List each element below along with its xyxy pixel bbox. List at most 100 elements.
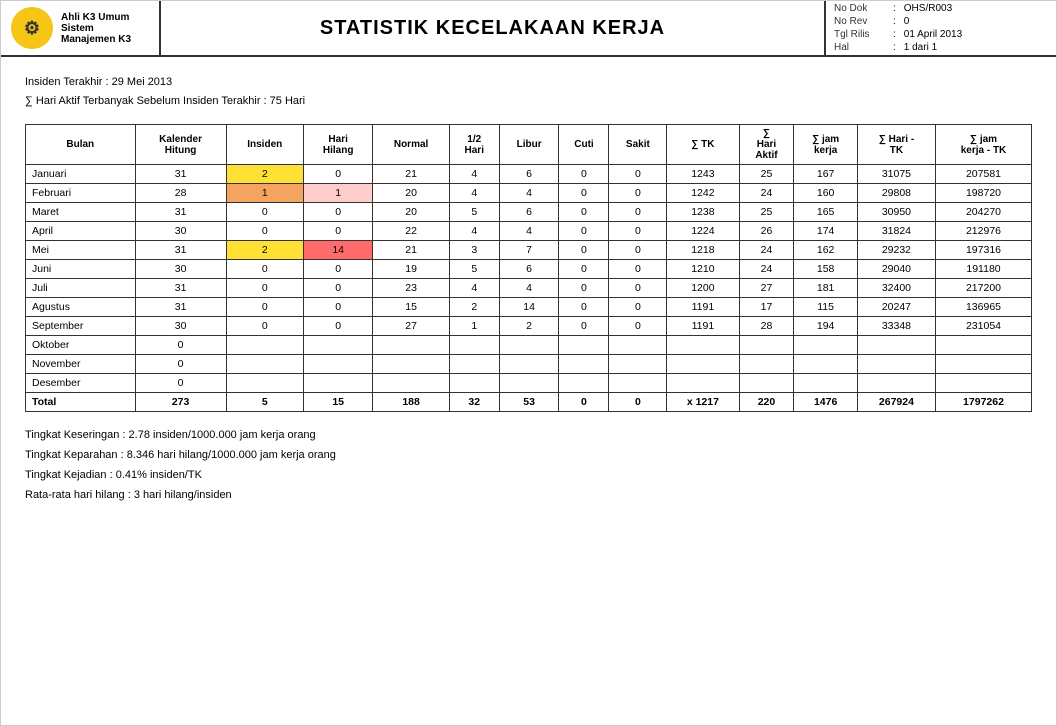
table-cell: 0 xyxy=(135,336,226,355)
table-cell: 29040 xyxy=(857,260,935,279)
table-cell xyxy=(373,355,449,374)
table-cell: 33348 xyxy=(857,317,935,336)
table-cell xyxy=(226,355,303,374)
th-jam-tk: ∑ jamkerja - TK xyxy=(936,125,1032,165)
table-cell: 0 xyxy=(559,260,609,279)
stat-line-2: Tingkat Kejadian : 0.41% insiden/TK xyxy=(25,466,1032,486)
table-total-row: Total273515188325300x 121722014762679241… xyxy=(26,393,1032,412)
stat-line-1: Tingkat Keparahan : 8.346 hari hilang/10… xyxy=(25,446,1032,466)
table-cell: 0 xyxy=(303,165,373,184)
table-cell: Mei xyxy=(26,241,136,260)
table-cell: 1191 xyxy=(667,317,739,336)
table-total-cell: 1476 xyxy=(794,393,857,412)
table-cell xyxy=(794,374,857,393)
table-cell: 0 xyxy=(559,222,609,241)
table-cell: 174 xyxy=(794,222,857,241)
table-cell: 31 xyxy=(135,203,226,222)
table-cell xyxy=(303,355,373,374)
table-cell: 28 xyxy=(739,317,794,336)
table-cell xyxy=(559,374,609,393)
table-cell: 30950 xyxy=(857,203,935,222)
table-total-cell: 15 xyxy=(303,393,373,412)
table-cell: 0 xyxy=(226,279,303,298)
table-cell: 1 xyxy=(226,184,303,203)
table-cell: Februari xyxy=(26,184,136,203)
table-total-cell: 188 xyxy=(373,393,449,412)
th-hari-tk: ∑ Hari -TK xyxy=(857,125,935,165)
table-cell: 20247 xyxy=(857,298,935,317)
sum-hari: ∑ Hari Aktif Terbanyak Sebelum Insiden T… xyxy=(25,92,1032,111)
table-cell: 20 xyxy=(373,203,449,222)
table-cell: 22 xyxy=(373,222,449,241)
th-tk: ∑ TK xyxy=(667,125,739,165)
table-cell: 0 xyxy=(609,184,667,203)
table-total-cell: 0 xyxy=(609,393,667,412)
th-hari-hilang: HariHilang xyxy=(303,125,373,165)
table-cell: 0 xyxy=(559,165,609,184)
table-cell: 25 xyxy=(739,165,794,184)
header-logo: ⚙ Ahli K3 Umum Sistem Manajemen K3 xyxy=(1,1,161,55)
table-cell xyxy=(936,355,1032,374)
table-cell: 0 xyxy=(303,279,373,298)
doc-no-dok: OHS/R003 xyxy=(904,3,952,14)
table-row: November0 xyxy=(26,355,1032,374)
logo-icon: ⚙ xyxy=(11,7,53,49)
table-cell: 0 xyxy=(609,241,667,260)
doc-no-rev: 0 xyxy=(904,16,910,27)
table-cell: 115 xyxy=(794,298,857,317)
table-cell xyxy=(449,374,499,393)
table-cell: 4 xyxy=(449,222,499,241)
table-cell: 14 xyxy=(499,298,559,317)
table-cell: 0 xyxy=(609,203,667,222)
table-cell: 19 xyxy=(373,260,449,279)
table-row: Mei3121421370012182416229232197316 xyxy=(26,241,1032,260)
table-cell: Juli xyxy=(26,279,136,298)
table-cell: 167 xyxy=(794,165,857,184)
table-cell xyxy=(667,355,739,374)
table-cell: 0 xyxy=(609,222,667,241)
table-cell xyxy=(857,374,935,393)
table-cell: 4 xyxy=(499,222,559,241)
table-cell: 1224 xyxy=(667,222,739,241)
table-cell: 17 xyxy=(739,298,794,317)
table-row: Desember0 xyxy=(26,374,1032,393)
table-cell: 0 xyxy=(609,260,667,279)
table-cell: 2 xyxy=(499,317,559,336)
table-cell: 198720 xyxy=(936,184,1032,203)
org-sub: Sistem Manajemen K3 xyxy=(61,23,149,45)
table-cell xyxy=(936,374,1032,393)
table-cell: 191180 xyxy=(936,260,1032,279)
table-cell: 194 xyxy=(794,317,857,336)
table-cell xyxy=(499,336,559,355)
table-cell: 1 xyxy=(303,184,373,203)
footer-stats: Tingkat Keseringan : 2.78 insiden/1000.0… xyxy=(25,426,1032,505)
table-cell: 7 xyxy=(499,241,559,260)
table-cell xyxy=(857,355,935,374)
table-cell: 25 xyxy=(739,203,794,222)
table-cell: 136965 xyxy=(936,298,1032,317)
main-content: Insiden Terakhir : 29 Mei 2013 ∑ Hari Ak… xyxy=(1,57,1056,522)
th-insiden: Insiden xyxy=(226,125,303,165)
table-cell: 0 xyxy=(559,203,609,222)
table-cell xyxy=(373,336,449,355)
table-cell: 1242 xyxy=(667,184,739,203)
table-cell xyxy=(667,374,739,393)
table-cell: 0 xyxy=(559,279,609,298)
table-cell xyxy=(226,374,303,393)
doc-field-2: Tgl Rilis : 01 April 2013 xyxy=(834,29,1048,40)
table-cell: 0 xyxy=(609,298,667,317)
last-incident: Insiden Terakhir : 29 Mei 2013 xyxy=(25,73,1032,92)
table-cell: 29808 xyxy=(857,184,935,203)
table-cell: 4 xyxy=(449,184,499,203)
table-cell xyxy=(449,336,499,355)
table-cell: 231054 xyxy=(936,317,1032,336)
table-cell: 31075 xyxy=(857,165,935,184)
table-cell: 0 xyxy=(303,317,373,336)
header: ⚙ Ahli K3 Umum Sistem Manajemen K3 STATI… xyxy=(1,1,1056,57)
table-cell: 0 xyxy=(135,374,226,393)
table-cell xyxy=(936,336,1032,355)
table-cell: 6 xyxy=(499,203,559,222)
table-row: Februari281120440012422416029808198720 xyxy=(26,184,1032,203)
table-total-cell: 267924 xyxy=(857,393,935,412)
table-cell: 165 xyxy=(794,203,857,222)
